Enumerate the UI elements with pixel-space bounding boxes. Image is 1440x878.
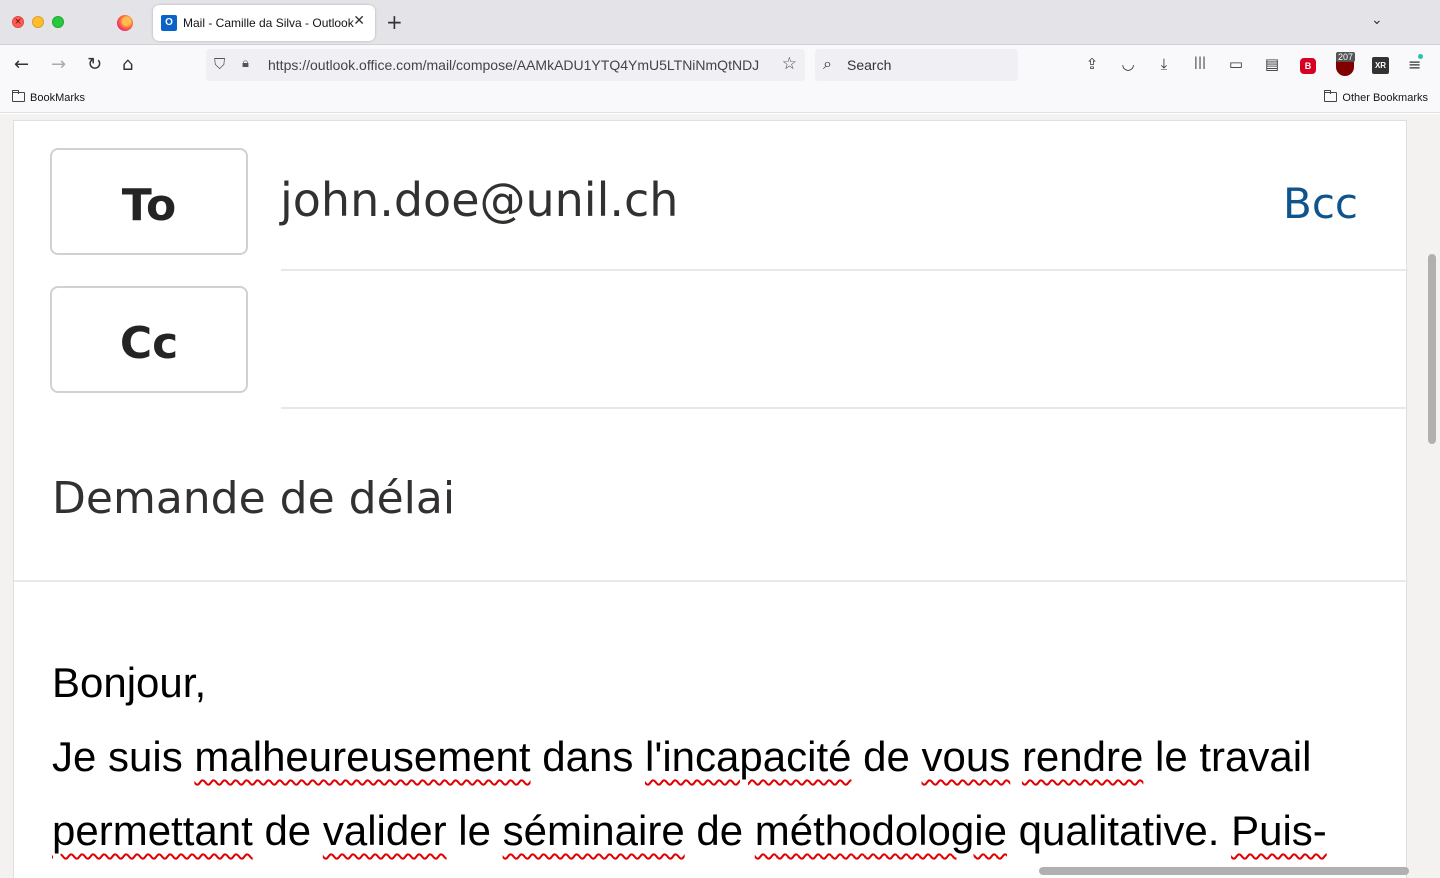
browser-window: × O Mail - Camille da Silva - Outlook ✕ …: [0, 0, 1440, 878]
library-icon[interactable]: |||: [1190, 55, 1210, 75]
back-icon[interactable]: ←: [14, 54, 29, 75]
tab-close-icon[interactable]: ✕: [353, 13, 365, 29]
window-minimize-button[interactable]: [32, 16, 44, 28]
search-placeholder: Search: [847, 57, 892, 73]
body-word: qualitative.: [1006, 807, 1232, 854]
misspelled-word[interactable]: vous: [922, 733, 1011, 780]
divider: [281, 269, 1408, 271]
search-input[interactable]: ⌕ Search: [815, 49, 1018, 81]
horizontal-scrollbar[interactable]: [1039, 867, 1409, 875]
to-button[interactable]: To: [50, 148, 248, 255]
to-recipient[interactable]: john.doe@unil.ch: [280, 173, 678, 227]
misspelled-word[interactable]: malheureusement: [194, 733, 530, 780]
reader-icon[interactable]: ▤: [1262, 55, 1282, 75]
tracking-shield-icon[interactable]: ⛉: [214, 55, 225, 73]
extension-xr-icon[interactable]: XR: [1372, 57, 1389, 74]
body-word: de: [684, 807, 755, 854]
home-icon[interactable]: ⌂: [122, 54, 133, 75]
bookmark-folder-bookmarks[interactable]: BookMarks: [12, 90, 86, 104]
new-tab-button[interactable]: +: [386, 10, 403, 34]
url-bar[interactable]: ⛉ 🔒︎ https://outlook.office.com/mail/com…: [206, 49, 805, 81]
update-dot: [1418, 54, 1423, 59]
body-word: le travail: [1143, 733, 1312, 780]
reload-icon[interactable]: ↻: [87, 54, 102, 75]
firefox-view-icon[interactable]: [117, 15, 133, 31]
divider: [14, 580, 1408, 582]
extension-b-icon[interactable]: B: [1300, 58, 1316, 74]
misspelled-word[interactable]: méthodologie: [755, 807, 1007, 854]
page-content: To john.doe@unil.ch Bcc Cc Demande de dé…: [0, 114, 1440, 878]
tab-list-chevron-icon[interactable]: ⌄: [1371, 12, 1383, 28]
window-maximize-button[interactable]: [52, 16, 64, 28]
message-body[interactable]: Bonjour, Je suis malheureusement dans l'…: [52, 646, 1382, 868]
misspelled-word[interactable]: Puis-: [1231, 807, 1327, 854]
body-greeting: Bonjour,: [52, 659, 207, 706]
tab-outlook[interactable]: O Mail - Camille da Silva - Outlook ✕: [153, 5, 375, 41]
vertical-scrollbar[interactable]: [1428, 254, 1436, 444]
misspelled-word[interactable]: rendre: [1022, 733, 1143, 780]
subject-field[interactable]: Demande de délai: [52, 473, 455, 524]
body-word: dans: [530, 733, 645, 780]
tab-title: Mail - Camille da Silva - Outlook: [183, 16, 354, 30]
bookmark-star-icon[interactable]: ☆: [782, 54, 797, 74]
body-word: de: [252, 807, 323, 854]
bookmark-folder-label: BookMarks: [30, 92, 86, 104]
url-text[interactable]: https://outlook.office.com/mail/compose/…: [268, 57, 773, 73]
share-icon[interactable]: ⇪: [1082, 55, 1102, 75]
navigation-bar: ← → ↻ ⌂ ⛉ 🔒︎ https://outlook.office.com/…: [0, 45, 1440, 87]
folder-icon: [1324, 90, 1338, 102]
body-word: Je suis: [52, 733, 195, 780]
body-word: de: [851, 733, 922, 780]
divider: [281, 407, 1408, 409]
sidebar-icon[interactable]: ▭: [1226, 55, 1246, 75]
cc-button[interactable]: Cc: [50, 286, 248, 393]
misspelled-word[interactable]: valider: [323, 807, 447, 854]
bookmarks-bar: BookMarks Other Bookmarks: [0, 87, 1440, 113]
tab-bar: × O Mail - Camille da Silva - Outlook ✕ …: [0, 0, 1440, 45]
misspelled-word[interactable]: l'incapacité: [645, 733, 851, 780]
bookmark-folder-label: Other Bookmarks: [1342, 92, 1428, 104]
misspelled-word[interactable]: séminaire: [503, 807, 685, 854]
search-icon: ⌕: [823, 54, 832, 73]
extension-badge: 207: [1336, 52, 1356, 62]
bookmark-folder-other[interactable]: Other Bookmarks: [1324, 90, 1428, 104]
close-icon: ×: [14, 17, 22, 27]
download-icon[interactable]: ⤓: [1154, 55, 1174, 75]
folder-icon: [12, 90, 25, 102]
window-close-button[interactable]: ×: [12, 16, 24, 28]
pocket-icon[interactable]: ◡: [1118, 55, 1138, 75]
bcc-button[interactable]: Bcc: [1283, 179, 1358, 228]
compose-pane: To john.doe@unil.ch Bcc Cc Demande de dé…: [13, 120, 1408, 878]
body-word: [1010, 733, 1022, 780]
body-word: le: [446, 807, 503, 854]
forward-icon[interactable]: →: [51, 54, 66, 75]
body-line: Je suis malheureusement dans l'incapacit…: [52, 720, 1382, 794]
body-line: permettant de valider le séminaire de mé…: [52, 794, 1382, 868]
misspelled-word[interactable]: permettant: [52, 807, 253, 854]
lock-icon[interactable]: 🔒︎: [242, 56, 249, 71]
outlook-icon: O: [161, 15, 177, 31]
